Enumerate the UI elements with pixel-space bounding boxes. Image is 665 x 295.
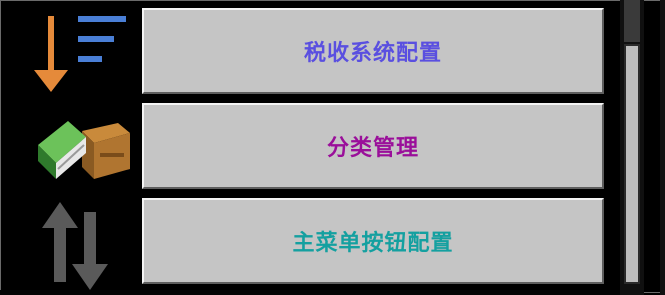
tax-system-config-label: 税收系统配置 [303, 41, 442, 66]
bottom-divider [0, 290, 620, 295]
sort-descending-icon [34, 16, 126, 92]
category-management-button[interactable]: 分类管理 [142, 103, 604, 189]
menu-row-main-menu-buttons: 主菜单按钮配置 [0, 198, 620, 290]
main-menu-button-config-label: 主菜单按钮配置 [292, 231, 454, 256]
menu-panel: 税收系统配置 分类管理 主菜单按钮配置 [0, 0, 665, 295]
books-and-box-icon [38, 121, 130, 179]
menu-row-category: 分类管理 [0, 103, 620, 195]
scroll-up-area[interactable] [624, 0, 640, 42]
menu-row-tax-config: 税收系统配置 [0, 8, 620, 100]
category-management-label: 分类管理 [326, 136, 419, 161]
window-edge [660, 0, 665, 295]
scroll-thumb[interactable] [626, 46, 638, 282]
main-menu-button-config-button[interactable]: 主菜单按钮配置 [142, 198, 604, 284]
up-down-arrows-icon [42, 202, 108, 290]
tax-system-config-button[interactable]: 税收系统配置 [142, 8, 604, 94]
